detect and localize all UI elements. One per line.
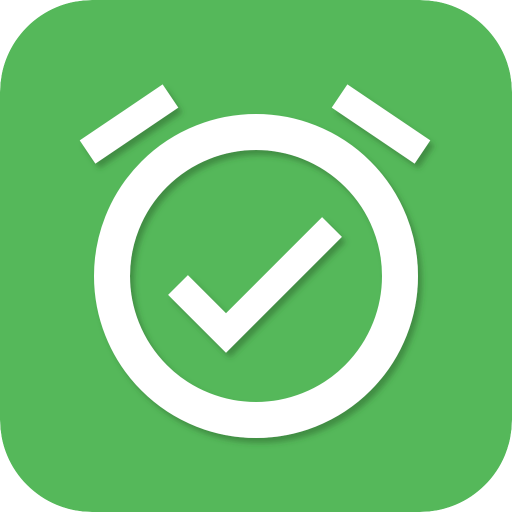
icon-canvas	[0, 0, 512, 512]
alarm-clock-check-app-icon[interactable]	[0, 0, 512, 512]
alarm-clock-check-icon	[0, 0, 512, 512]
